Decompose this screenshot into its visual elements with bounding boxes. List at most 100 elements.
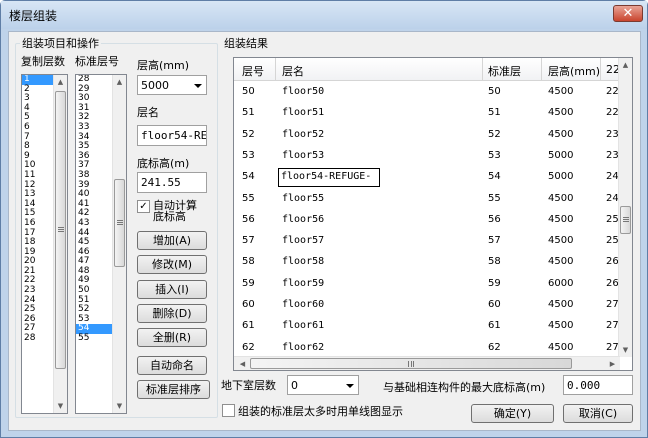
cell-extra: 22: [606, 86, 619, 97]
table-row[interactable]: 59 floor59 59 6000 26: [234, 274, 620, 295]
cell-extra: 25: [606, 235, 619, 247]
auto-calc-label-line2: 底标高: [153, 210, 186, 223]
table-row[interactable]: 54 floor54-REFUGE- 54 5000 24: [234, 167, 620, 188]
cell-height: 4500: [548, 107, 574, 119]
floor-name-input[interactable]: floor54-REF: [137, 125, 207, 146]
table-row[interactable]: 57 floor57 57 4500 25: [234, 231, 620, 252]
table-row[interactable]: 61 floor61 61 4500 27: [234, 316, 620, 337]
cell-no: 54: [242, 171, 255, 183]
delete-button[interactable]: 删除(D): [137, 304, 207, 323]
cell-name[interactable]: floor50: [282, 86, 324, 97]
cell-name[interactable]: floor53: [282, 150, 324, 161]
cell-height: 4500: [548, 235, 574, 247]
col-header-no[interactable]: 层号: [242, 63, 264, 79]
grid-hscrollbar[interactable]: ◀ ▶: [234, 356, 620, 370]
cancel-button[interactable]: 取消(C): [563, 404, 633, 423]
auto-name-button[interactable]: 自动命名: [137, 356, 207, 375]
auto-calc-checkbox[interactable]: ✓: [137, 200, 150, 213]
scroll-thumb[interactable]: [620, 206, 631, 234]
cell-name[interactable]: floor52: [282, 129, 324, 140]
copy-count-header: 复制层数: [21, 55, 65, 68]
add-button[interactable]: 增加(A): [137, 231, 207, 250]
scroll-down-icon[interactable]: ▼: [113, 399, 126, 413]
chevron-down-icon: [346, 384, 354, 388]
scroll-down-icon[interactable]: ▼: [619, 343, 632, 357]
table-row[interactable]: 51 floor51 51 4500 22: [234, 103, 620, 124]
floor-height-label: 层高(mm): [137, 59, 190, 72]
cell-extra: 26: [606, 256, 619, 268]
cell-no: 53: [242, 149, 255, 161]
delete-all-button[interactable]: 全删(R): [137, 328, 207, 347]
modify-button[interactable]: 修改(M): [137, 255, 207, 274]
cell-name[interactable]: floor58: [282, 256, 324, 267]
cell-name[interactable]: floor57: [282, 235, 324, 246]
close-button[interactable]: ✕: [613, 5, 643, 22]
cell-no: 56: [242, 213, 255, 225]
cell-height: 4500: [548, 256, 574, 268]
table-row[interactable]: 52 floor52 52 4500 23: [234, 125, 620, 146]
table-row[interactable]: 56 floor56 56 4500 25: [234, 210, 620, 231]
scroll-up-icon[interactable]: ▲: [54, 75, 67, 89]
cell-extra: 27: [606, 320, 619, 332]
scroll-thumb[interactable]: [55, 91, 66, 369]
cell-no: 62: [242, 341, 255, 353]
single-line-checkbox[interactable]: [222, 404, 235, 417]
title-bar[interactable]: 楼层组装 ✕: [1, 1, 647, 29]
floor-name-label: 层名: [137, 106, 159, 119]
scroll-up-icon[interactable]: ▲: [619, 58, 632, 72]
table-row[interactable]: 60 floor60 60 4500 27: [234, 295, 620, 316]
cell-height: 4500: [548, 128, 574, 140]
cell-name[interactable]: floor62: [282, 342, 324, 353]
col-header-name[interactable]: 层名: [282, 63, 304, 79]
copy-list-scrollbar[interactable]: ▲ ▼: [53, 75, 67, 413]
base-elevation-input[interactable]: 241.55: [137, 172, 207, 193]
basement-count-value: 0: [291, 379, 298, 392]
copy-count-list[interactable]: 1 2 3 4 5 6 7 8 9 10 11 12 13 14 15 16 17 18 19 20 21 22 23 24 2…: [21, 74, 68, 414]
cell-name[interactable]: floor51: [282, 107, 324, 118]
std-floor-header: 标准层号: [75, 55, 119, 68]
h-scroll-thumb[interactable]: [250, 358, 572, 369]
basement-count-label: 地下室层数: [221, 379, 276, 392]
sort-std-floor-button[interactable]: 标准层排序: [137, 380, 210, 399]
cell-height: 4500: [548, 341, 574, 353]
basement-count-select[interactable]: 0: [287, 375, 359, 395]
cell-no: 59: [242, 277, 255, 289]
cell-height: 5000: [548, 149, 574, 161]
cell-height: 4500: [548, 299, 574, 310]
scroll-right-icon[interactable]: ▶: [606, 357, 619, 370]
cell-name-editor[interactable]: floor54-REFUGE-: [278, 168, 380, 188]
floor-height-value: 5000: [141, 79, 169, 92]
table-row[interactable]: 58 floor58 58 4500 26: [234, 252, 620, 273]
floor-height-select[interactable]: 5000: [137, 75, 207, 95]
ok-button[interactable]: 确定(Y): [471, 404, 554, 423]
scroll-down-icon[interactable]: ▼: [54, 399, 67, 413]
cell-std: 50: [488, 86, 501, 97]
table-row[interactable]: 50 floor50 50 4500 22: [234, 82, 620, 103]
result-grid[interactable]: 层号 层名 标准层 层高(mm) 22 50 floor50 50 4500 22 51 f…: [233, 57, 633, 371]
insert-button[interactable]: 插入(I): [137, 280, 207, 299]
cell-no: 61: [242, 320, 255, 332]
scroll-up-icon[interactable]: ▲: [113, 75, 126, 89]
grid-vscrollbar[interactable]: ▲ ▼: [618, 58, 632, 357]
col-header-height[interactable]: 层高(mm): [548, 63, 600, 79]
cell-no: 52: [242, 128, 255, 140]
std-list-scrollbar[interactable]: ▲ ▼: [112, 75, 126, 413]
cell-name[interactable]: floor59: [282, 278, 324, 289]
scroll-thumb[interactable]: [114, 179, 125, 267]
std-floor-list[interactable]: 28 29 30 31 32 33 34 35 36 37 38 39 40 41 42 43 44 45 46 47…: [75, 74, 127, 414]
cell-name[interactable]: floor55: [282, 193, 324, 204]
cell-extra: 27: [606, 341, 619, 353]
scroll-left-icon[interactable]: ◀: [236, 357, 249, 370]
max-elevation-input[interactable]: 0.000: [563, 375, 633, 395]
table-row[interactable]: 55 floor55 55 4500 24: [234, 189, 620, 210]
cell-name[interactable]: floor61: [282, 320, 324, 331]
cell-name[interactable]: floor56: [282, 214, 324, 225]
cell-std: 56: [488, 213, 501, 225]
table-row[interactable]: 53 floor53 53 5000 23: [234, 146, 620, 167]
cell-name[interactable]: floor60: [282, 299, 324, 310]
cell-height: 4500: [548, 213, 574, 225]
cell-height: 4500: [548, 320, 574, 332]
cell-height: 5000: [548, 171, 574, 183]
cell-no: 57: [242, 235, 255, 247]
col-header-std[interactable]: 标准层: [488, 63, 521, 79]
